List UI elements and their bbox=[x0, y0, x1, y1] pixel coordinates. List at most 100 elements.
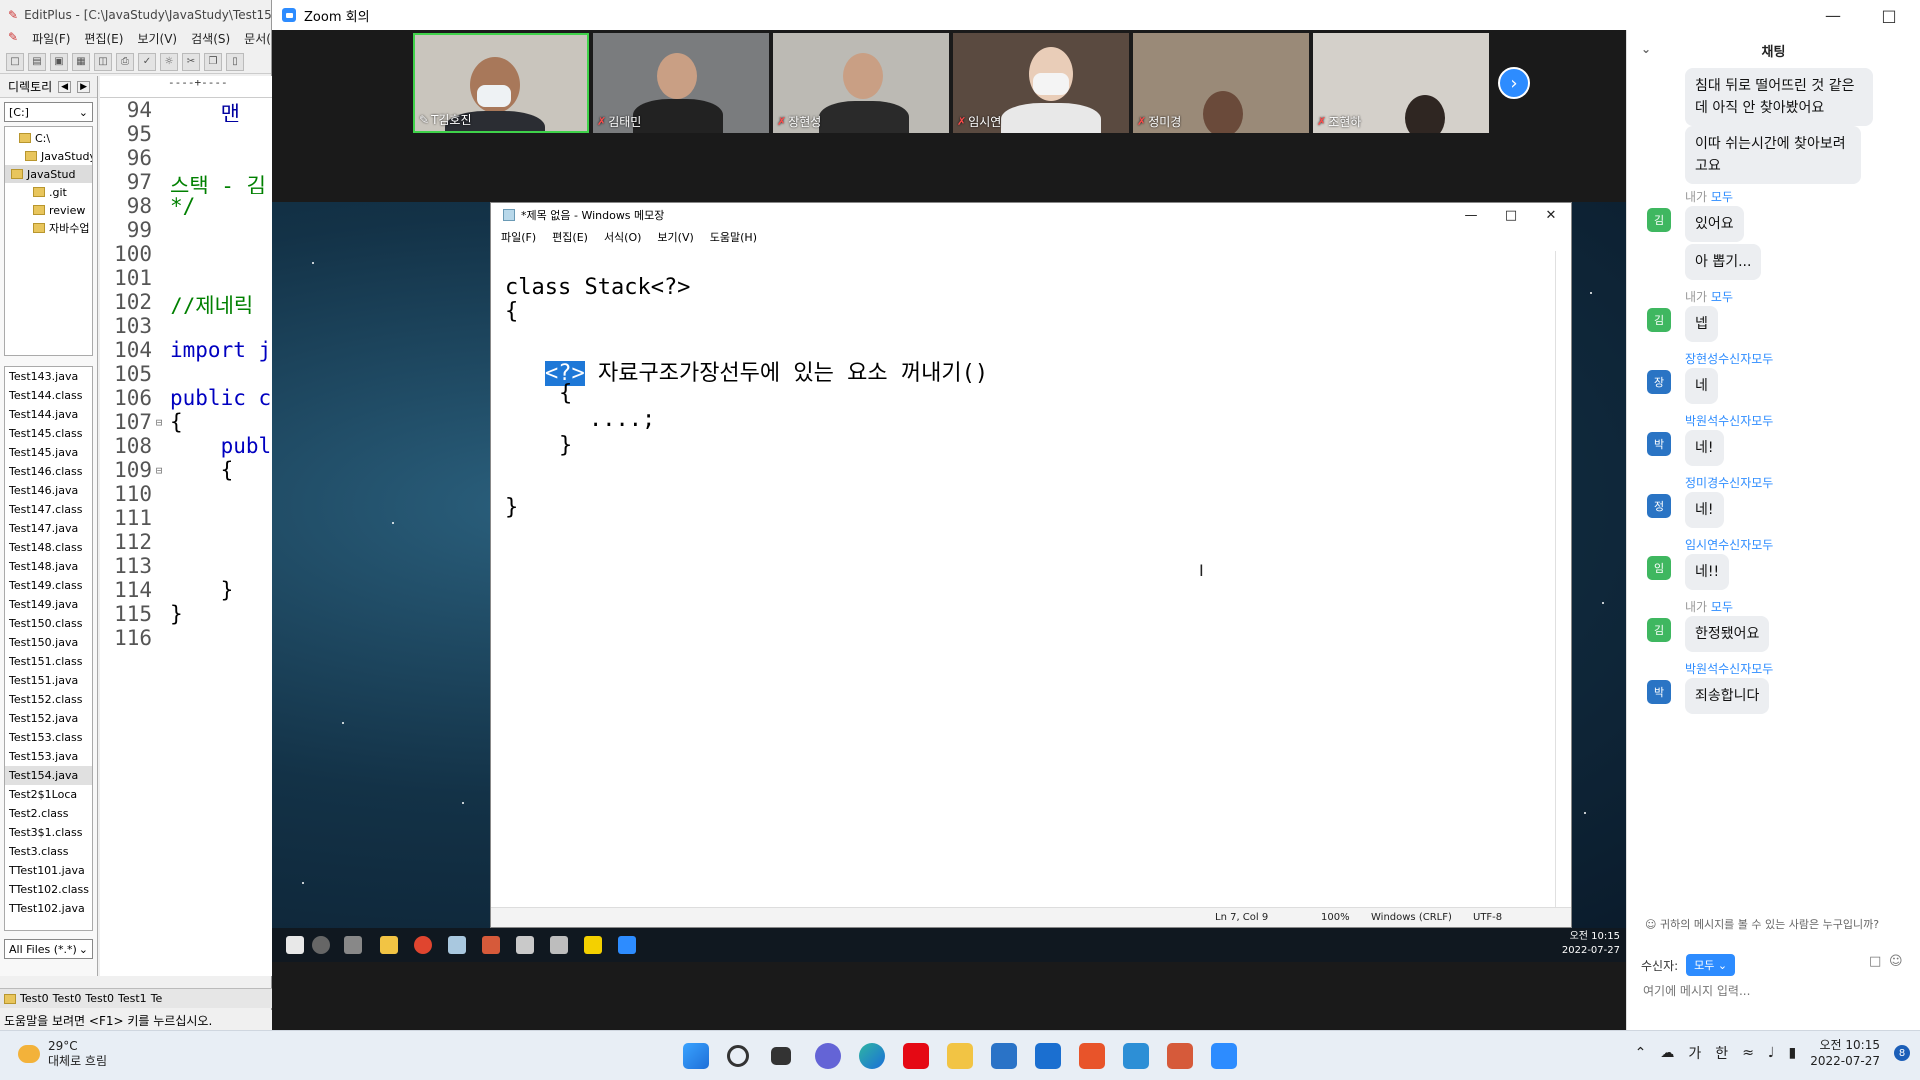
office-icon[interactable] bbox=[1079, 1043, 1105, 1069]
participant-tile[interactable]: ✗ 정미경 bbox=[1133, 33, 1309, 133]
new-file-icon[interactable]: □ bbox=[6, 52, 24, 71]
file-item-selected[interactable]: Test154.java bbox=[5, 766, 92, 785]
mail-icon[interactable] bbox=[1035, 1043, 1061, 1069]
cut-icon[interactable]: ✂ bbox=[182, 52, 200, 71]
file-item[interactable]: Test146.java bbox=[5, 481, 92, 500]
tree-item[interactable]: 자바수업 bbox=[5, 219, 92, 237]
file-item[interactable]: Test153.class bbox=[5, 728, 92, 747]
notepad-menu-view[interactable]: 보기(V) bbox=[657, 229, 693, 245]
teams-chat-icon[interactable] bbox=[815, 1043, 841, 1069]
fold-toggle-icon[interactable]: ⊟ bbox=[152, 458, 166, 482]
ime-lang[interactable]: 한 bbox=[1715, 1043, 1728, 1063]
document-tab[interactable]: Te bbox=[151, 992, 163, 1005]
file-item[interactable]: Test149.java bbox=[5, 595, 92, 614]
notepad-minimize-button[interactable]: — bbox=[1451, 203, 1491, 227]
notepad-menu-file[interactable]: 파일(F) bbox=[501, 229, 536, 245]
start-button[interactable] bbox=[683, 1043, 709, 1069]
open-folder-icon[interactable]: ▤ bbox=[28, 52, 46, 71]
spellcheck-icon[interactable]: ✓ bbox=[138, 52, 156, 71]
battery-icon[interactable]: ▮ bbox=[1789, 1045, 1797, 1061]
weather-widget[interactable]: 29°C 대체로 흐림 bbox=[18, 1039, 107, 1069]
document-tab[interactable]: Test0 bbox=[85, 992, 114, 1005]
notepad-text-area[interactable]: class Stack<?> { <?> 자료구조가장선두에 있는 요소 꺼내기… bbox=[495, 249, 1557, 909]
file-item[interactable]: Test148.java bbox=[5, 557, 92, 576]
zoom-taskbar-icon[interactable] bbox=[1211, 1043, 1237, 1069]
save-all-icon[interactable]: ▦ bbox=[72, 52, 90, 71]
file-item[interactable]: Test148.class bbox=[5, 538, 92, 557]
participant-tile[interactable]: ✗ 조현하 bbox=[1313, 33, 1489, 133]
maximize-button[interactable]: □ bbox=[1866, 0, 1912, 30]
menu-search[interactable]: 검색(S) bbox=[191, 30, 230, 50]
file-filter-select[interactable]: All Files (*.*) ⌄ bbox=[4, 939, 93, 959]
notepad-menu-edit[interactable]: 편집(E) bbox=[552, 229, 588, 245]
chat-message-input[interactable] bbox=[1641, 980, 1881, 1002]
file-item[interactable]: Test145.java bbox=[5, 443, 92, 462]
notepad-scrollbar[interactable] bbox=[1555, 251, 1569, 907]
file-item[interactable]: Test152.java bbox=[5, 709, 92, 728]
document-tab[interactable]: Test0 bbox=[20, 992, 49, 1005]
file-item[interactable]: Test145.class bbox=[5, 424, 92, 443]
file-icon[interactable]: □ bbox=[1869, 954, 1881, 969]
file-item[interactable]: Test150.class bbox=[5, 614, 92, 633]
document-tab[interactable]: Test0 bbox=[53, 992, 82, 1005]
file-item[interactable]: Test144.java bbox=[5, 405, 92, 424]
file-item[interactable]: Test3$1.class bbox=[5, 823, 92, 842]
store-icon[interactable] bbox=[991, 1043, 1017, 1069]
file-explorer-icon[interactable] bbox=[947, 1043, 973, 1069]
print-preview-icon[interactable]: ◫ bbox=[94, 52, 112, 71]
participant-tile[interactable]: ✎ T김호진 bbox=[413, 33, 589, 133]
file-item[interactable]: Test2.class bbox=[5, 804, 92, 823]
tree-item[interactable]: C:\ bbox=[5, 129, 92, 147]
task-view-icon[interactable] bbox=[771, 1047, 791, 1065]
print-icon[interactable]: ⎙ bbox=[116, 52, 134, 71]
menu-edit[interactable]: 편집(E) bbox=[84, 30, 123, 50]
notepad-close-button[interactable]: ✕ bbox=[1531, 203, 1571, 227]
fold-toggle-icon[interactable]: ⊟ bbox=[152, 410, 166, 434]
file-item[interactable]: Test151.class bbox=[5, 652, 92, 671]
onedrive-icon[interactable]: ☁ bbox=[1660, 1045, 1674, 1061]
file-item[interactable]: Test152.class bbox=[5, 690, 92, 709]
file-item[interactable]: TTest101.java bbox=[5, 861, 92, 880]
chat-visibility-notice[interactable]: ☺ 귀하의 메시지를 볼 수 있는 사람은 누구입니까? bbox=[1645, 916, 1879, 932]
file-item[interactable]: Test153.java bbox=[5, 747, 92, 766]
browser-icon[interactable]: ☼ bbox=[160, 52, 178, 71]
next-page-button[interactable]: › bbox=[1498, 67, 1530, 99]
file-item[interactable]: Test3.class bbox=[5, 842, 92, 861]
file-item[interactable]: Test2$1Loca bbox=[5, 785, 92, 804]
recipient-dropdown[interactable]: 모두 ⌄ bbox=[1686, 954, 1736, 976]
file-item[interactable]: TTest102.java bbox=[5, 899, 92, 918]
minimize-button[interactable]: — bbox=[1810, 0, 1856, 30]
file-item[interactable]: Test151.java bbox=[5, 671, 92, 690]
paste-icon[interactable]: ▯ bbox=[226, 52, 244, 71]
wifi-icon[interactable]: ≈ bbox=[1742, 1045, 1754, 1061]
file-item[interactable]: Test146.class bbox=[5, 462, 92, 481]
drive-select[interactable]: [C:] ⌄ bbox=[4, 102, 93, 122]
file-item[interactable]: Test149.class bbox=[5, 576, 92, 595]
emoji-icon[interactable]: ☺ bbox=[1889, 954, 1903, 969]
save-icon[interactable]: ▣ bbox=[50, 52, 68, 71]
chevron-up-icon[interactable]: ⌃ bbox=[1635, 1045, 1647, 1061]
file-item[interactable]: Test150.java bbox=[5, 633, 92, 652]
search-icon[interactable] bbox=[727, 1045, 749, 1067]
participant-tile[interactable]: ✗ 김태민 bbox=[593, 33, 769, 133]
collapse-chevron-icon[interactable]: ⌄ bbox=[1641, 42, 1651, 56]
document-tab[interactable]: Test1 bbox=[118, 992, 147, 1005]
tree-item[interactable]: review bbox=[5, 201, 92, 219]
file-item[interactable]: Test143.java bbox=[5, 367, 92, 386]
tree-item[interactable]: .git bbox=[5, 183, 92, 201]
code-editor[interactable]: ----+---- 94 맨 95 96 97 스택 - 김 98 */ 99 10… bbox=[100, 76, 272, 976]
volume-icon[interactable]: ♩ bbox=[1768, 1045, 1775, 1061]
menu-document[interactable]: 문서( bbox=[244, 30, 271, 50]
editplus-taskbar-icon[interactable] bbox=[1167, 1043, 1193, 1069]
edge-icon[interactable] bbox=[859, 1043, 885, 1069]
menu-view[interactable]: 보기(V) bbox=[137, 30, 177, 50]
clock[interactable]: 오전 10:15 2022-07-27 bbox=[1810, 1037, 1880, 1069]
participant-tile[interactable]: ✗ 장현성 bbox=[773, 33, 949, 133]
participant-tile[interactable]: ✗ 임시연 bbox=[953, 33, 1129, 133]
file-item[interactable]: Test147.java bbox=[5, 519, 92, 538]
prev-arrow-icon[interactable]: ◀ bbox=[58, 80, 72, 93]
file-item[interactable]: Test144.class bbox=[5, 386, 92, 405]
tree-item[interactable]: JavaStud bbox=[5, 165, 92, 183]
remote-desktop-icon[interactable] bbox=[1123, 1043, 1149, 1069]
notepad-menu-help[interactable]: 도움말(H) bbox=[710, 229, 757, 245]
